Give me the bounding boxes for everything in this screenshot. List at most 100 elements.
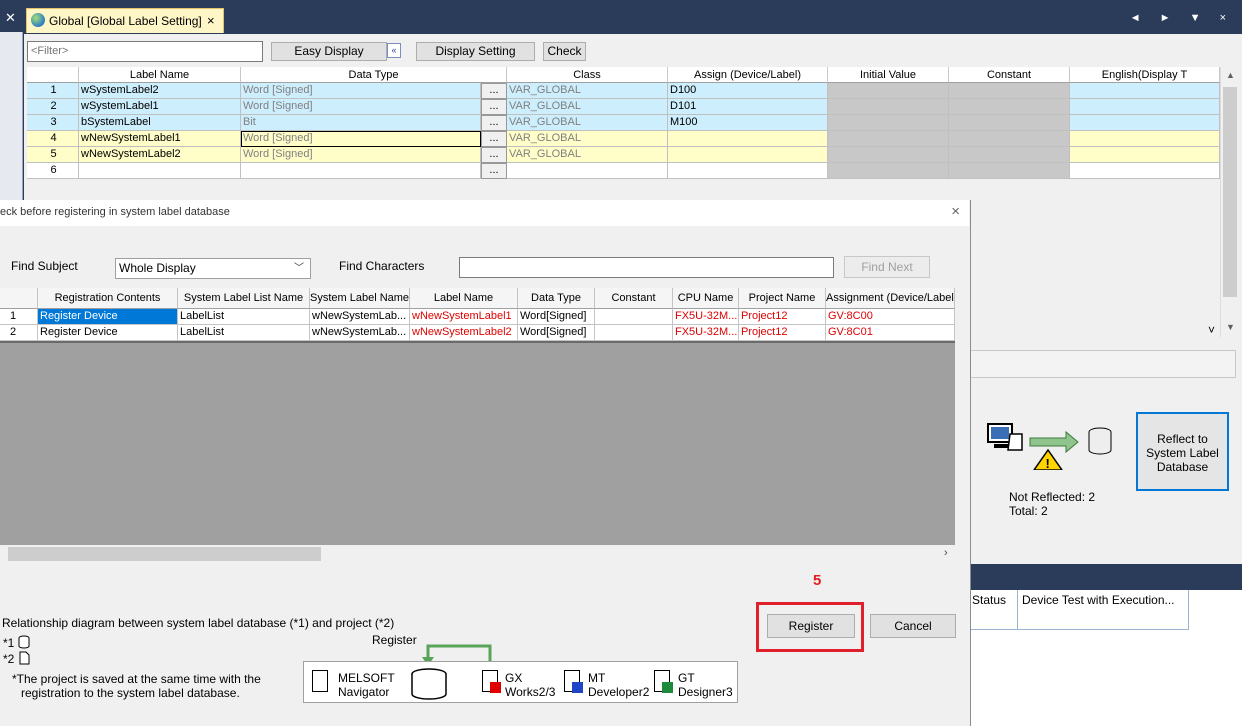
initial-value-cell[interactable] [828,99,949,115]
registration-row[interactable]: 1 Register Device LabelList wNewSystemLab..… [0,309,955,325]
display-setting-button[interactable]: Display Setting [416,42,535,61]
device-test-column-header[interactable]: Device Test with Execution... [1022,593,1175,607]
type-cell[interactable]: Word[Signed] [518,325,595,341]
data-type-cell[interactable]: Word [Signed] [241,99,481,115]
english-cell[interactable] [1070,99,1220,115]
column-header[interactable]: Label Name [79,67,241,83]
label-cell[interactable]: wNewSystemLabel2 [410,325,518,341]
column-header[interactable]: Constant [949,67,1070,83]
label-name-cell[interactable]: bSystemLabel [79,115,241,131]
constant-cell[interactable] [949,147,1070,163]
column-header[interactable]: System Label List Name [178,288,310,309]
column-header[interactable]: Data Type [241,67,507,83]
scroll-up-icon[interactable]: ▲ [1226,70,1235,80]
label-row[interactable]: 2 wSystemLabel1 Word [Signed]... VAR_GLOBAL… [27,99,1220,115]
sysname-cell[interactable]: wNewSystemLab... [310,309,410,325]
assign-cell[interactable]: D101 [668,99,828,115]
data-type-browse-button[interactable]: ... [481,163,507,179]
scroll-thumb[interactable] [8,547,321,561]
class-select[interactable]: VAR_GLOBAL [507,131,668,147]
filter-input[interactable] [28,42,262,59]
project-cell[interactable]: Project12 [739,325,826,341]
check-button[interactable]: Check [543,42,586,61]
scroll-down-icon[interactable]: ▼ [1226,322,1235,332]
data-type-cell[interactable] [241,163,481,179]
constant-cell[interactable] [949,163,1070,179]
data-type-cell[interactable]: Bit [241,115,481,131]
label-name-cell[interactable] [79,163,241,179]
constant-cell[interactable] [949,99,1070,115]
column-header[interactable] [0,288,38,309]
label-row[interactable]: 6... [27,163,1220,179]
data-type-browse-button[interactable]: ... [481,131,507,147]
assign-cell[interactable]: GV:8C00 [826,309,955,325]
data-type-cell[interactable]: Word [Signed] [241,131,481,147]
list-cell[interactable]: LabelList [178,309,310,325]
vertical-scrollbar[interactable]: ▲ ▼ [1220,67,1239,337]
cancel-button[interactable]: Cancel [870,614,956,638]
english-cell[interactable] [1070,147,1220,163]
collapse-icon[interactable]: « [387,43,401,58]
english-cell[interactable] [1070,163,1220,179]
project-cell[interactable]: Project12 [739,309,826,325]
column-header[interactable]: CPU Name [673,288,739,309]
data-type-browse-button[interactable]: ... [481,99,507,115]
column-header[interactable]: Initial Value [828,67,949,83]
english-cell[interactable] [1070,115,1220,131]
pane-close-icon[interactable]: ✕ [5,10,16,26]
english-cell[interactable] [1070,131,1220,147]
initial-value-cell[interactable] [828,163,949,179]
status-column-header[interactable]: Status [972,593,1006,607]
column-header[interactable]: Project Name [739,288,826,309]
expand-chevron-icon[interactable]: ˅ [1208,323,1215,337]
dialog-close-icon[interactable]: × [951,203,960,220]
find-characters-input[interactable] [459,257,834,278]
label-row[interactable]: 3 bSystemLabel Bit... VAR_GLOBAL M100 [27,115,1220,131]
assign-cell[interactable]: M100 [668,115,828,131]
cpu-cell[interactable]: FX5U-32M... [673,325,739,341]
label-name-cell[interactable]: wNewSystemLabel1 [79,131,241,147]
data-type-browse-button[interactable]: ... [481,147,507,163]
cpu-cell[interactable]: FX5U-32M... [673,309,739,325]
data-type-cell[interactable]: Word [Signed] [241,147,481,163]
class-select[interactable]: VAR_GLOBAL [507,83,668,99]
type-cell[interactable]: Word[Signed] [518,309,595,325]
tab-close-icon[interactable]: × [207,13,215,28]
sysname-cell[interactable]: wNewSystemLab... [310,325,410,341]
column-header[interactable]: Assign (Device/Label) [668,67,828,83]
registration-row[interactable]: 2 Register Device LabelList wNewSystemLab..… [0,325,955,341]
column-header[interactable]: System Label Name [310,288,410,309]
horizontal-scrollbar[interactable]: › [0,545,955,563]
reflect-to-system-label-database-button[interactable]: Reflect to System Label Database [1136,412,1229,491]
constant-cell[interactable] [949,83,1070,99]
assign-cell[interactable] [668,147,828,163]
column-header[interactable]: Registration Contents [38,288,178,309]
constant-cell[interactable] [949,131,1070,147]
assign-cell[interactable] [668,131,828,147]
data-type-cell[interactable]: Word [Signed] [241,83,481,99]
list-cell[interactable]: LabelList [178,325,310,341]
column-header[interactable]: Label Name [410,288,518,309]
english-cell[interactable] [1070,83,1220,99]
data-type-browse-button[interactable]: ... [481,83,507,99]
scroll-thumb[interactable] [1223,87,1237,297]
initial-value-cell[interactable] [828,115,949,131]
assign-cell[interactable]: GV:8C01 [826,325,955,341]
register-button[interactable]: Register [767,614,855,638]
class-select[interactable] [507,163,668,179]
constant-cell[interactable] [595,309,673,325]
filter-field[interactable] [27,41,263,62]
label-name-cell[interactable]: wSystemLabel1 [79,99,241,115]
label-row[interactable]: 4 wNewSystemLabel1 Word [Signed]... VAR_GLO… [27,131,1220,147]
find-next-button[interactable]: Find Next [844,256,930,278]
scroll-right-icon[interactable]: › [944,547,948,559]
window-controls[interactable]: ◄ ► ▼ × [1130,12,1234,24]
assign-cell[interactable] [668,163,828,179]
label-name-cell[interactable]: wNewSystemLabel2 [79,147,241,163]
initial-value-cell[interactable] [828,147,949,163]
constant-cell[interactable] [595,325,673,341]
contents-cell[interactable]: Register Device [38,325,178,341]
column-header[interactable]: English(Display T [1070,67,1220,83]
assign-cell[interactable]: D100 [668,83,828,99]
find-subject-select[interactable]: Whole Display ﹀ [115,258,311,279]
